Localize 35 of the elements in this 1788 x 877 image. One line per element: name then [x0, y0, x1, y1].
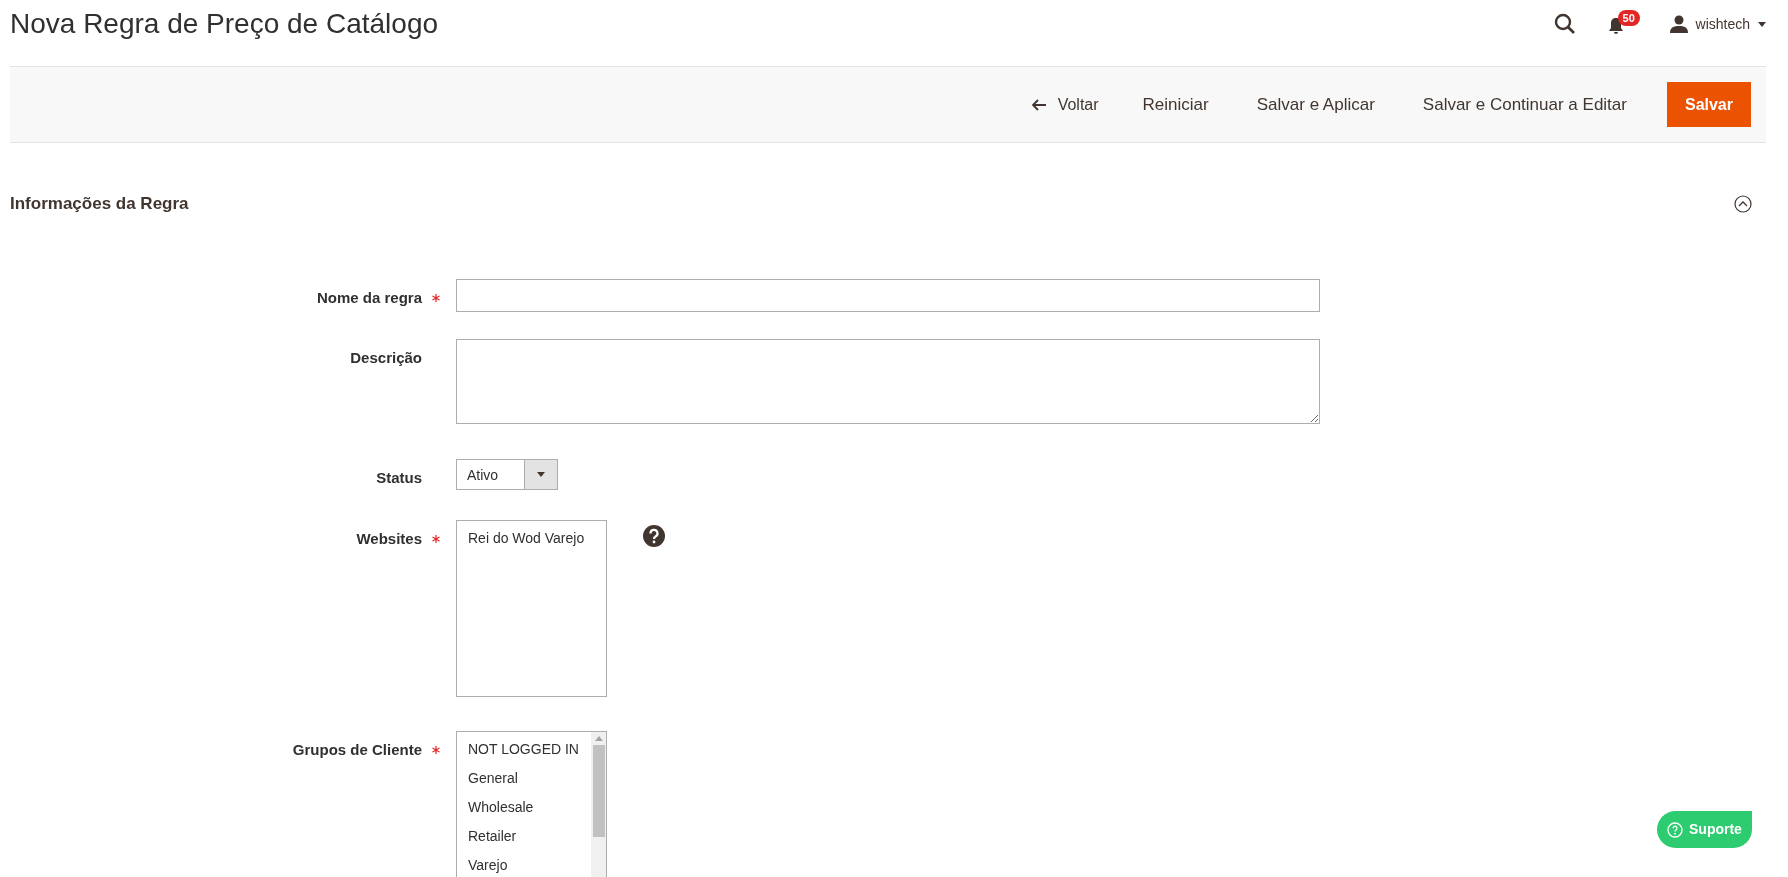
user-menu[interactable]: wishtech [1695, 13, 1766, 35]
list-option[interactable]: NOT LOGGED IN [459, 735, 591, 765]
field-label: Grupos de Cliente [292, 739, 422, 760]
back-button[interactable]: Voltar [1015, 82, 1115, 127]
input-field[interactable] [456, 278, 1320, 312]
status-dropdown[interactable]: Ativo [456, 458, 558, 490]
toolbar-button[interactable]: Salvar e Aplicar [1236, 82, 1395, 127]
arrow-left-icon [1031, 98, 1046, 111]
field-label: Websites [356, 528, 422, 549]
caret-icon [1758, 21, 1766, 27]
caret-icon [537, 471, 545, 477]
page-title: Nova Regra de Preço de Catálogo [10, 7, 439, 41]
field-label: Descrição [350, 347, 422, 368]
list-option[interactable]: Varejo [459, 851, 591, 877]
list-option[interactable]: Wholesale [459, 793, 591, 823]
help-icon[interactable] [643, 524, 665, 547]
multiselect-list[interactable]: NOT LOGGED IN General Wholesale Retailer Varejo [456, 730, 607, 877]
field-label: Status [376, 467, 422, 488]
help-icon [1667, 821, 1683, 838]
collapse-icon[interactable] [1734, 194, 1752, 213]
save-button[interactable]: Salvar [1666, 82, 1751, 127]
list-option[interactable]: Retailer [459, 822, 591, 852]
list-option[interactable]: General [459, 764, 591, 794]
scrollbar[interactable] [591, 731, 606, 877]
search-icon[interactable] [1553, 13, 1576, 35]
notification-count: 50 [1617, 10, 1640, 26]
textarea-field[interactable] [456, 338, 1320, 424]
field-label: Nome da regra [316, 287, 422, 308]
user-icon [1669, 15, 1688, 33]
section-title[interactable]: Informações da Regra [10, 191, 189, 217]
toolbar-button[interactable]: Salvar e Continuar a Editar [1402, 82, 1647, 127]
toolbar-button[interactable]: Reiniciar [1122, 82, 1229, 127]
multiselect-list[interactable]: Rei do Wod Varejo [456, 519, 607, 697]
list-option[interactable]: Rei do Wod Varejo [459, 524, 606, 554]
bell-icon[interactable] [1607, 17, 1624, 35]
